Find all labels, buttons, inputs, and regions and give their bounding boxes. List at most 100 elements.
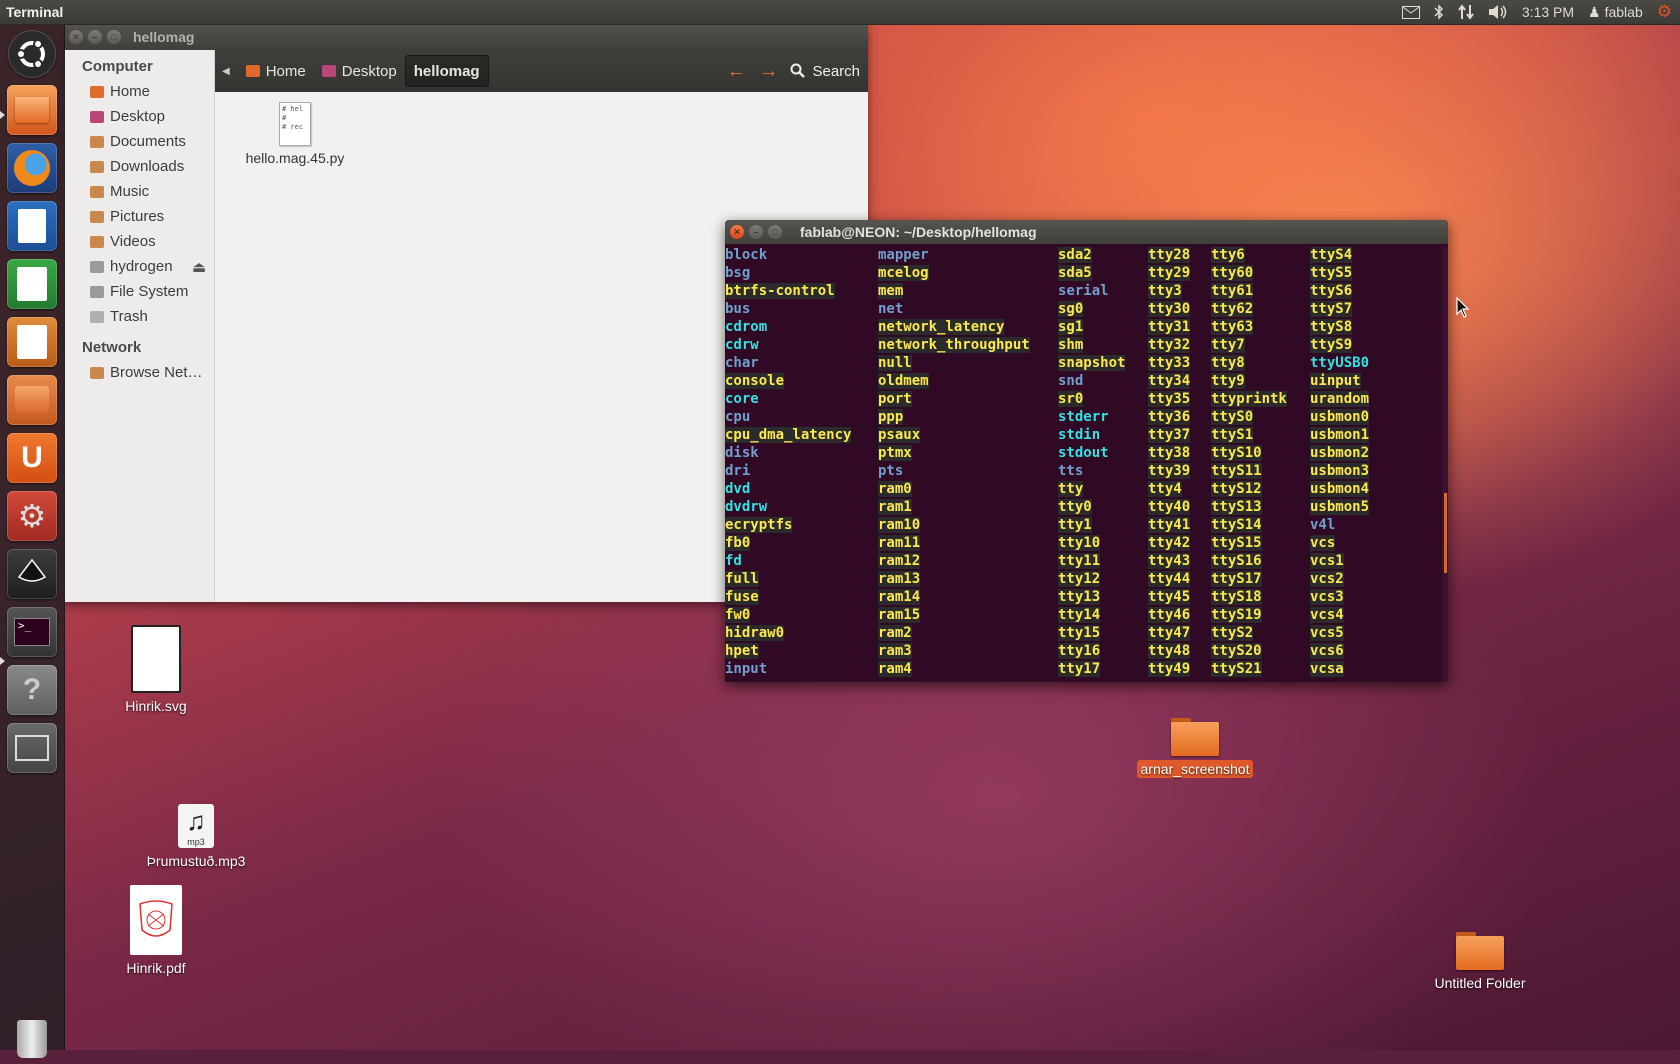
file-name: hello.mag.45.py bbox=[245, 150, 345, 166]
firefox-launcher-icon[interactable] bbox=[7, 143, 57, 193]
dash-home-button[interactable] bbox=[8, 30, 56, 78]
terminal-entry: hpet bbox=[725, 642, 851, 660]
thumb-line: # rec bbox=[282, 123, 304, 131]
breadcrumb-back-arrow-icon[interactable]: ◀ bbox=[214, 66, 238, 77]
network-icon[interactable] bbox=[1458, 4, 1474, 20]
terminal-entry: tty30 bbox=[1148, 300, 1191, 318]
terminal-entry-text: tts bbox=[1058, 463, 1084, 479]
terminal-entry: tty1 bbox=[1058, 516, 1125, 534]
terminal-entry-text: mcelog bbox=[878, 265, 929, 281]
terminal-entry-text: block bbox=[725, 247, 768, 263]
writer-launcher-icon[interactable] bbox=[7, 201, 57, 251]
terminal-entry-text: tty32 bbox=[1148, 337, 1191, 353]
terminal-entry: tty41 bbox=[1148, 516, 1191, 534]
terminal-entry-text: tty60 bbox=[1211, 265, 1254, 281]
folder-icon bbox=[90, 210, 104, 223]
sidebar-item-label: Pictures bbox=[110, 208, 165, 225]
terminal-entry-text: ram3 bbox=[878, 643, 912, 659]
file-item[interactable]: # hel # # rec hello.mag.45.py bbox=[245, 102, 345, 166]
help-launcher-icon[interactable]: ? bbox=[7, 665, 57, 715]
desktop-icon-hinrik-pdf[interactable]: Hinrik.pdf bbox=[112, 885, 200, 977]
desktop-icon-untitled-folder[interactable]: Untitled Folder bbox=[1420, 932, 1540, 992]
eject-icon[interactable]: ⏏ bbox=[192, 258, 206, 276]
session-gear-icon[interactable]: ⚙ bbox=[1657, 2, 1672, 22]
sidebar-item-documents[interactable]: Documents bbox=[64, 129, 214, 154]
workspace-switcher-icon[interactable] bbox=[7, 723, 57, 773]
software-center-launcher-icon[interactable] bbox=[7, 375, 57, 425]
terminal-entry: usbmon2 bbox=[1310, 444, 1370, 462]
files-sidebar: Computer Home Desktop Documents Download… bbox=[64, 50, 215, 602]
terminal-entry: dvdrw bbox=[725, 498, 851, 516]
sidebar-item-label: Desktop bbox=[110, 108, 166, 125]
sidebar-item-trash[interactable]: Trash bbox=[64, 304, 214, 329]
bluetooth-icon[interactable] bbox=[1434, 4, 1444, 20]
calc-launcher-icon[interactable] bbox=[7, 259, 57, 309]
trash-launcher-icon[interactable] bbox=[7, 1014, 57, 1064]
sidebar-item-hydrogen[interactable]: hydrogen ⏏ bbox=[64, 254, 214, 279]
clock[interactable]: 3:13 PM bbox=[1522, 4, 1574, 20]
terminal-entry: ttyS15 bbox=[1211, 534, 1287, 552]
terminal-entry-text: stdin bbox=[1058, 427, 1101, 443]
terminal-entry: ttyS11 bbox=[1211, 462, 1287, 480]
terminal-entry: ram13 bbox=[878, 570, 1030, 588]
close-icon[interactable]: ✕ bbox=[69, 30, 83, 44]
terminal-entry: cpu_dma_latency bbox=[725, 426, 852, 444]
impress-launcher-icon[interactable] bbox=[7, 317, 57, 367]
terminal-titlebar[interactable]: ✕ – □ fablab@NEON: ~/Desktop/hellomag bbox=[725, 220, 1448, 244]
sidebar-item-home[interactable]: Home bbox=[64, 79, 214, 104]
files-titlebar[interactable]: ✕ – □ hellomag bbox=[64, 24, 868, 50]
breadcrumb-hellomag[interactable]: hellomag bbox=[404, 55, 489, 87]
back-arrow-icon[interactable]: ← bbox=[726, 60, 746, 83]
terminal-entry-text: ttyS15 bbox=[1211, 535, 1262, 551]
terminal-entry-text: mapper bbox=[878, 247, 929, 263]
sidebar-item-label: Home bbox=[110, 83, 151, 100]
desktop-icon-arnar-screenshot[interactable]: arnar_screenshot bbox=[1130, 718, 1260, 778]
mail-icon[interactable] bbox=[1401, 5, 1420, 19]
close-icon[interactable]: ✕ bbox=[730, 225, 744, 239]
forward-arrow-icon[interactable]: → bbox=[758, 60, 778, 83]
sidebar-item-browse-network[interactable]: Browse Net… bbox=[64, 360, 214, 385]
volume-icon[interactable] bbox=[1488, 4, 1508, 20]
terminal-entry: tty47 bbox=[1148, 624, 1191, 642]
terminal-scrollbar[interactable] bbox=[1442, 246, 1448, 682]
user-menu[interactable]: ♟ fablab bbox=[1588, 4, 1643, 21]
sidebar-item-filesystem[interactable]: File System bbox=[64, 279, 214, 304]
terminal-entry-text: ram13 bbox=[878, 571, 921, 587]
sidebar-item-videos[interactable]: Videos bbox=[64, 229, 214, 254]
terminal-entry-text: sda5 bbox=[1058, 265, 1092, 281]
scrollbar-thumb[interactable] bbox=[1444, 493, 1447, 573]
terminal-entry: input bbox=[725, 660, 851, 678]
terminal-entry-text: usbmon3 bbox=[1310, 463, 1370, 479]
breadcrumb-desktop[interactable]: Desktop bbox=[314, 56, 405, 86]
terminal-entry-text: bus bbox=[725, 301, 751, 317]
maximize-icon[interactable]: □ bbox=[107, 30, 121, 44]
sidebar-item-pictures[interactable]: Pictures bbox=[64, 204, 214, 229]
desktop-icon-mp3[interactable]: ♫ mp3 Þrumustuð.mp3 bbox=[136, 804, 256, 870]
terminal-entry-text: psaux bbox=[878, 427, 921, 443]
breadcrumb-home[interactable]: Home bbox=[238, 56, 314, 86]
minimize-icon[interactable]: – bbox=[88, 30, 102, 44]
terminal-entry: cdrw bbox=[725, 336, 851, 354]
minimize-icon[interactable]: – bbox=[749, 225, 763, 239]
files-launcher-icon[interactable] bbox=[7, 85, 57, 135]
sidebar-item-desktop[interactable]: Desktop bbox=[64, 104, 214, 129]
terminal-launcher-icon[interactable]: >_ bbox=[7, 607, 57, 657]
desktop-icon-hinrik-svg[interactable]: Hinrik.svg bbox=[112, 625, 200, 715]
terminal-entry: ram3 bbox=[878, 642, 1030, 660]
inkscape-launcher-icon[interactable] bbox=[7, 549, 57, 599]
sidebar-item-music[interactable]: Music bbox=[64, 179, 214, 204]
sidebar-item-downloads[interactable]: Downloads bbox=[64, 154, 214, 179]
terminal-entry: snapshot bbox=[1058, 354, 1126, 372]
terminal-entry: tty10 bbox=[1058, 534, 1125, 552]
terminal-entry: stdin bbox=[1058, 426, 1125, 444]
system-settings-launcher-icon[interactable]: ⚙ bbox=[7, 491, 57, 541]
ubuntu-one-launcher-icon[interactable]: U bbox=[7, 433, 57, 483]
search-button[interactable]: Search bbox=[790, 63, 860, 80]
terminal-entry: tty29 bbox=[1148, 264, 1191, 282]
maximize-icon[interactable]: □ bbox=[768, 225, 782, 239]
folder-icon bbox=[1456, 932, 1504, 970]
terminal-entry-text: core bbox=[725, 391, 759, 407]
home-folder-icon bbox=[245, 65, 260, 77]
terminal-entry-text: vcs5 bbox=[1310, 625, 1344, 641]
terminal-output[interactable]: block bsg btrfs-control bus cdrom cdrw char con… bbox=[725, 246, 1442, 682]
